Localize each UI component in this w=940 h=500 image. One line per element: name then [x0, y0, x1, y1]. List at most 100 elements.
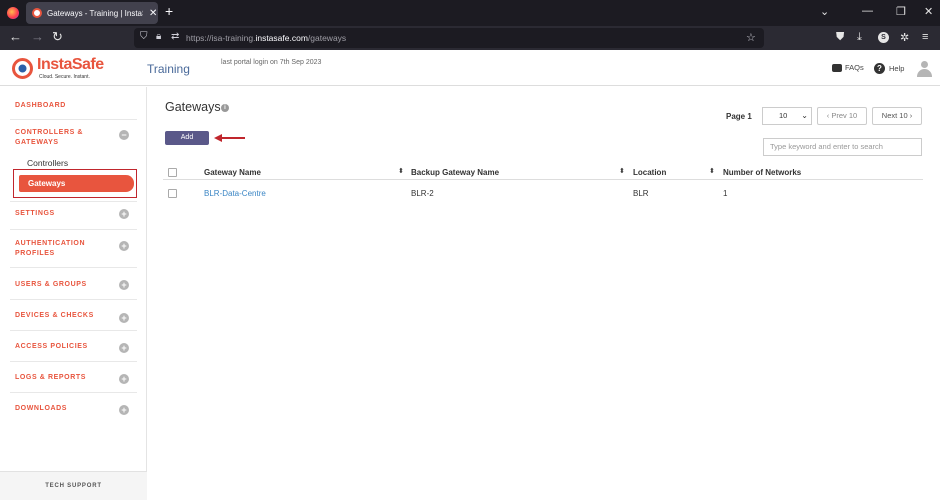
- page-indicator: Page 1: [726, 112, 752, 121]
- gateway-name-link[interactable]: BLR-Data-Centre: [204, 189, 266, 198]
- prev-page-button[interactable]: ‹ Prev 10: [817, 107, 867, 125]
- sidebar-item-controllers[interactable]: Controllers: [27, 158, 68, 168]
- faqs-label: FAQs: [845, 63, 864, 72]
- divider: [10, 361, 137, 362]
- browser-tab[interactable]: Gateways - Training | InstaSafe ✕: [26, 2, 158, 24]
- divider: [10, 201, 137, 202]
- plus-circle-icon[interactable]: +: [119, 280, 129, 290]
- user-avatar[interactable]: [917, 61, 932, 77]
- select-all-checkbox[interactable]: [168, 168, 177, 177]
- tech-support-button[interactable]: TECH SUPPORT: [0, 471, 147, 500]
- sidebar-item-users-groups[interactable]: USERS & GROUPS: [15, 280, 87, 290]
- plus-circle-icon[interactable]: +: [119, 343, 129, 353]
- logo-tagline: Cloud. Secure. Instant.: [39, 74, 90, 80]
- plus-circle-icon[interactable]: +: [119, 405, 129, 415]
- sidebar-item-devices-checks[interactable]: DEVICES & CHECKS: [15, 311, 94, 321]
- divider: [10, 392, 137, 393]
- column-header-backup-gateway[interactable]: Backup Gateway Name: [411, 168, 499, 177]
- divider: [10, 119, 137, 120]
- url-text: https://isa-training.instasafe.com/gatew…: [186, 33, 347, 43]
- column-header-networks[interactable]: Number of Networks: [723, 168, 801, 177]
- divider: [10, 267, 137, 268]
- app-title: Training: [147, 62, 190, 76]
- restore-icon[interactable]: ❐: [896, 5, 906, 18]
- next-page-button[interactable]: Next 10 ›: [872, 107, 922, 125]
- help-icon: ?: [874, 63, 885, 74]
- sidebar-item-authentication-profiles[interactable]: AUTHENTICATION PROFILES: [15, 239, 85, 259]
- app-header: InstaSafe Cloud. Secure. Instant. Traini…: [0, 50, 940, 86]
- close-tab-icon[interactable]: ✕: [149, 8, 157, 19]
- row-checkbox[interactable]: [168, 189, 177, 198]
- logo-mark-icon: [12, 58, 33, 79]
- back-icon[interactable]: ←: [9, 30, 22, 44]
- lock-icon[interactable]: 🔒︎: [156, 31, 161, 42]
- chevron-down-icon: ⌄: [801, 111, 808, 120]
- arrow-annotation-icon: [214, 134, 245, 142]
- plus-circle-icon[interactable]: +: [119, 241, 129, 251]
- browser-navbar: ← → ↻ ⛉ 🔒︎ ⇄ https://isa-training.instas…: [0, 26, 940, 50]
- column-header-gateway-name[interactable]: Gateway Name: [204, 168, 261, 177]
- page-title: Gateways: [165, 100, 221, 114]
- instasafe-favicon-icon: [32, 8, 42, 18]
- new-tab-icon[interactable]: +: [165, 3, 173, 19]
- divider: [10, 299, 137, 300]
- plus-circle-icon[interactable]: +: [119, 209, 129, 219]
- sidebar-item-dashboard[interactable]: DASHBOARD: [15, 101, 66, 111]
- faqs-link[interactable]: FAQs: [832, 63, 864, 72]
- highlight-annotation: [13, 169, 137, 198]
- bookmark-star-icon[interactable]: ☆: [746, 31, 756, 44]
- pocket-icon[interactable]: ⛊: [836, 31, 844, 44]
- search-input[interactable]: Type keyword and enter to search: [763, 138, 922, 156]
- reload-icon[interactable]: ↻: [52, 30, 63, 44]
- sidebar: DASHBOARD CONTROLLERS & GATEWAYS − Contr…: [0, 87, 147, 500]
- minus-circle-icon[interactable]: −: [119, 130, 129, 140]
- shield-icon[interactable]: ⛉: [140, 31, 148, 42]
- table-header: Gateway Name ⬍ Backup Gateway Name ⬍ Loc…: [163, 163, 923, 180]
- page-size-select[interactable]: 10 ⌄: [762, 107, 812, 125]
- firefox-icon: [7, 7, 19, 19]
- table-row[interactable]: BLR-Data-Centre BLR-2 BLR 1: [163, 185, 923, 203]
- networks-count-cell: 1: [723, 189, 728, 198]
- menu-icon[interactable]: ≡: [922, 31, 928, 43]
- browser-tabbar: Gateways - Training | InstaSafe ✕ + ⌄ — …: [0, 0, 940, 26]
- divider: [10, 330, 137, 331]
- forward-icon[interactable]: →: [31, 30, 44, 44]
- plus-circle-icon[interactable]: +: [119, 313, 129, 323]
- last-login-text: last portal login on 7th Sep 2023: [221, 59, 322, 66]
- sidebar-item-logs-reports[interactable]: LOGS & REPORTS: [15, 373, 86, 383]
- instasafe-logo[interactable]: InstaSafe Cloud. Secure. Instant.: [12, 55, 104, 83]
- chat-icon: [832, 63, 842, 72]
- avatar-body: [917, 69, 932, 77]
- sort-icon[interactable]: ⬍: [709, 167, 715, 175]
- page-size-value: 10: [779, 111, 788, 120]
- add-button[interactable]: Add: [165, 131, 209, 145]
- logo-name: InstaSafe: [37, 56, 104, 73]
- help-link[interactable]: ? Help: [874, 63, 904, 74]
- help-label: Help: [889, 64, 905, 73]
- column-header-location[interactable]: Location: [633, 168, 666, 177]
- plus-circle-icon[interactable]: +: [119, 374, 129, 384]
- url-bar[interactable]: ⛉ 🔒︎ ⇄ https://isa-training.instasafe.co…: [134, 28, 764, 48]
- permissions-icon[interactable]: ⇄: [171, 31, 179, 42]
- download-icon[interactable]: ⤓: [857, 31, 862, 44]
- minimize-icon[interactable]: —: [862, 5, 873, 17]
- avatar-head: [921, 61, 928, 68]
- sort-icon[interactable]: ⬍: [398, 167, 404, 175]
- sort-icon[interactable]: ⬍: [619, 167, 625, 175]
- sidebar-label-line1: AUTHENTICATION: [15, 240, 86, 247]
- sidebar-label-line1: CONTROLLERS &: [15, 129, 84, 136]
- sidebar-item-controllers-gateways[interactable]: CONTROLLERS & GATEWAYS: [15, 128, 83, 148]
- extensions-icon[interactable]: ✲: [900, 31, 909, 44]
- sidebar-item-access-policies[interactable]: ACCESS POLICIES: [15, 342, 88, 352]
- tab-title: Gateways - Training | InstaSafe: [47, 8, 143, 18]
- main-content: Gateways i Add Page 1 10 ⌄ ‹ Prev 10 Nex…: [147, 87, 940, 500]
- backup-gateway-cell: BLR-2: [411, 189, 434, 198]
- close-window-icon[interactable]: ✕: [924, 5, 933, 18]
- profile-icon[interactable]: S: [878, 32, 889, 43]
- sidebar-item-settings[interactable]: SETTINGS: [15, 209, 55, 219]
- sidebar-item-downloads[interactable]: DOWNLOADS: [15, 404, 67, 414]
- info-icon[interactable]: i: [221, 104, 229, 112]
- location-cell: BLR: [633, 189, 649, 198]
- chevron-down-icon[interactable]: ⌄: [820, 5, 829, 18]
- divider: [10, 229, 137, 230]
